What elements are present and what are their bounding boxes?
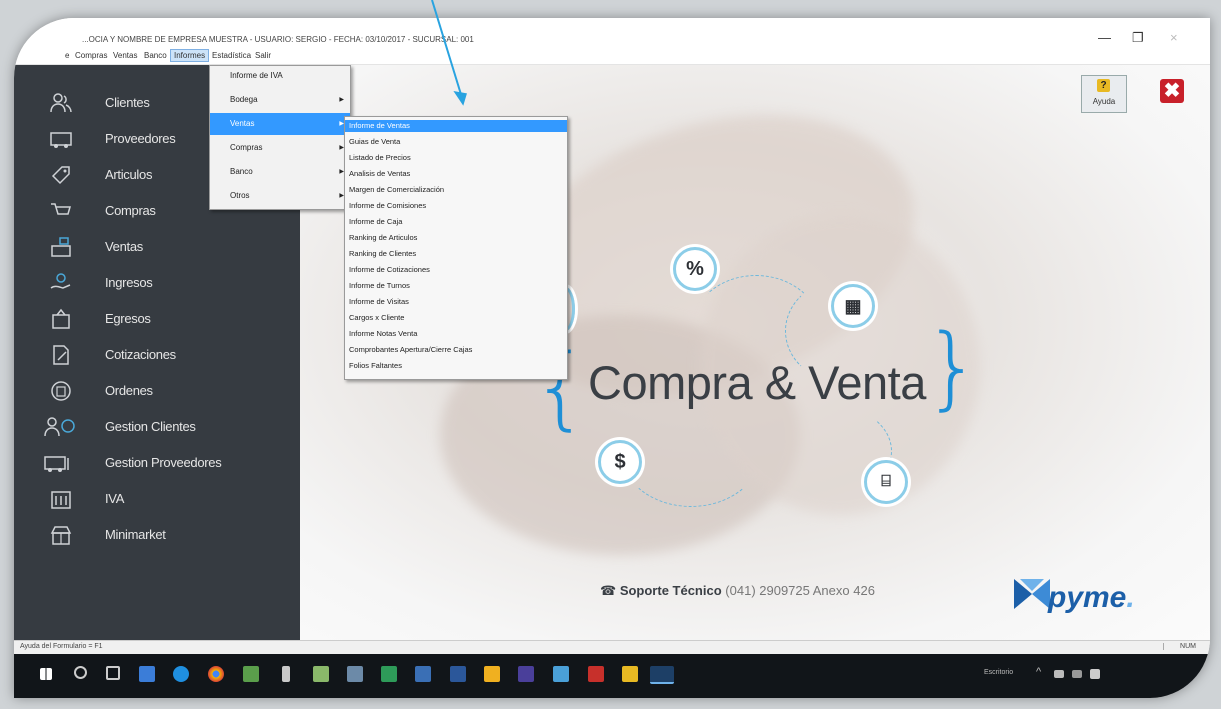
- annotation-arrow: [431, 0, 467, 106]
